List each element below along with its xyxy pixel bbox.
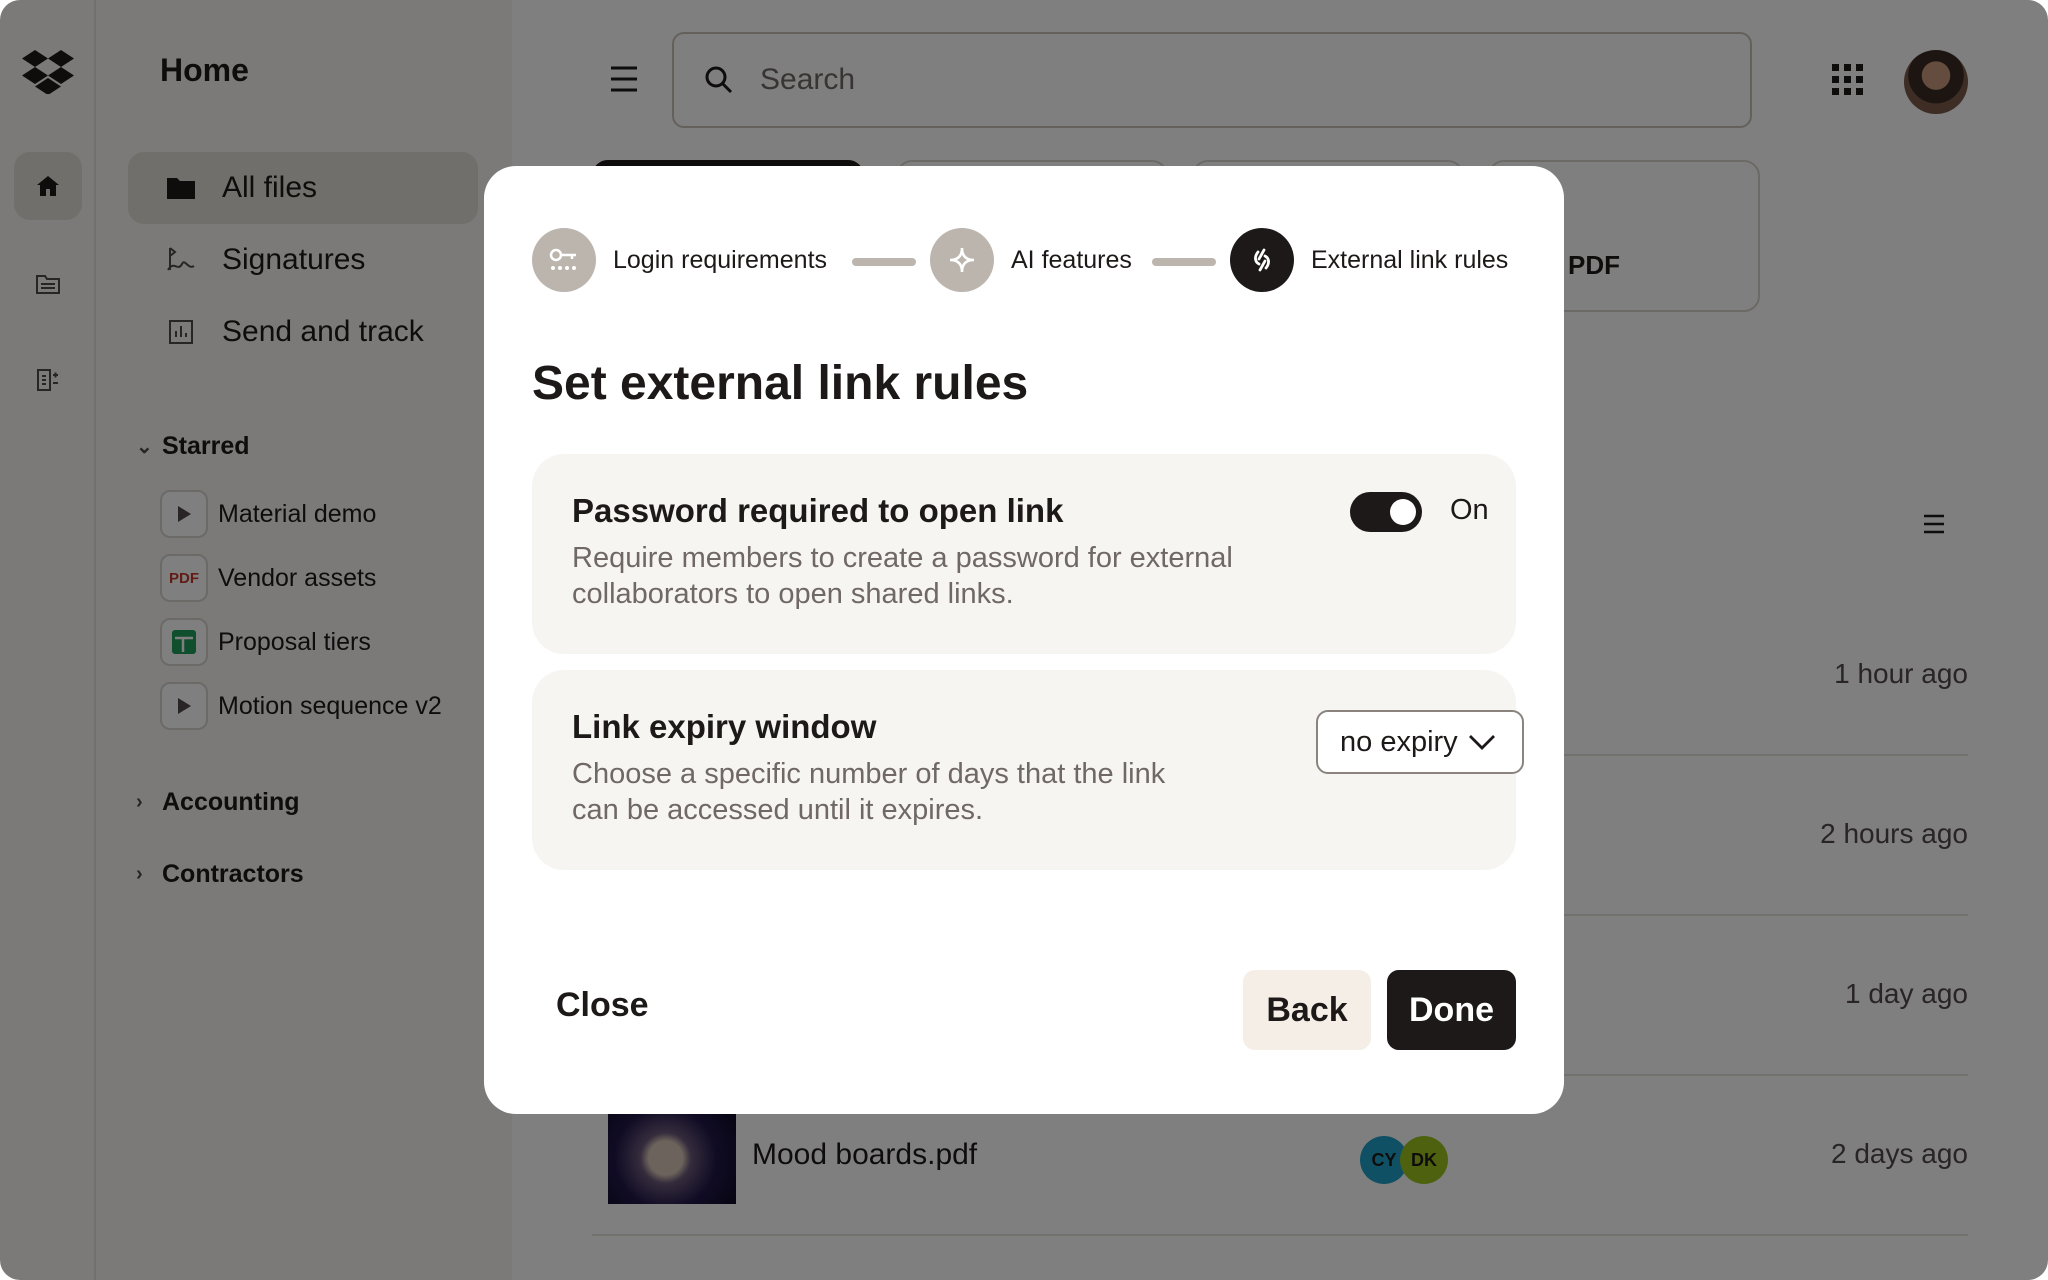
- card-description: Choose a specific number of days that th…: [572, 758, 1166, 826]
- card-title: Password required to open link: [572, 492, 1064, 529]
- link-icon: [1230, 228, 1294, 292]
- back-button[interactable]: Back: [1243, 970, 1371, 1050]
- expiry-select-value: no expiry: [1340, 725, 1458, 758]
- expiry-select[interactable]: no expiry: [1316, 710, 1524, 774]
- password-required-toggle[interactable]: [1350, 492, 1422, 532]
- external-link-rules-dialog: Login requirements AI features External …: [484, 166, 1564, 1114]
- card-title: Link expiry window: [572, 708, 877, 745]
- step-ai-features[interactable]: AI features: [930, 228, 1132, 292]
- done-button[interactable]: Done: [1387, 970, 1516, 1050]
- ai-sparkle-icon: [930, 228, 994, 292]
- close-button[interactable]: Close: [556, 986, 649, 1025]
- chevron-down-icon: [1468, 733, 1496, 751]
- step-connector: [1152, 258, 1216, 266]
- toggle-knob: [1390, 499, 1416, 525]
- step-connector: [852, 258, 916, 266]
- step-label: Login requirements: [613, 245, 828, 274]
- step-external-link-rules[interactable]: External link rules: [1230, 228, 1508, 292]
- password-required-card: Password required to open link Require m…: [532, 454, 1516, 654]
- card-description: Require members to create a password for…: [572, 542, 1233, 610]
- app-window: Home All files Signatures Send and track…: [0, 0, 2048, 1280]
- step-label: External link rules: [1311, 245, 1509, 274]
- link-expiry-card: Link expiry window Choose a specific num…: [532, 670, 1524, 870]
- key-icon: [532, 228, 596, 292]
- step-label: AI features: [1011, 245, 1132, 274]
- dialog-title: Set external link rules: [532, 357, 1029, 410]
- step-login-requirements[interactable]: Login requirements: [532, 228, 827, 292]
- toggle-state-label: On: [1450, 494, 1489, 526]
